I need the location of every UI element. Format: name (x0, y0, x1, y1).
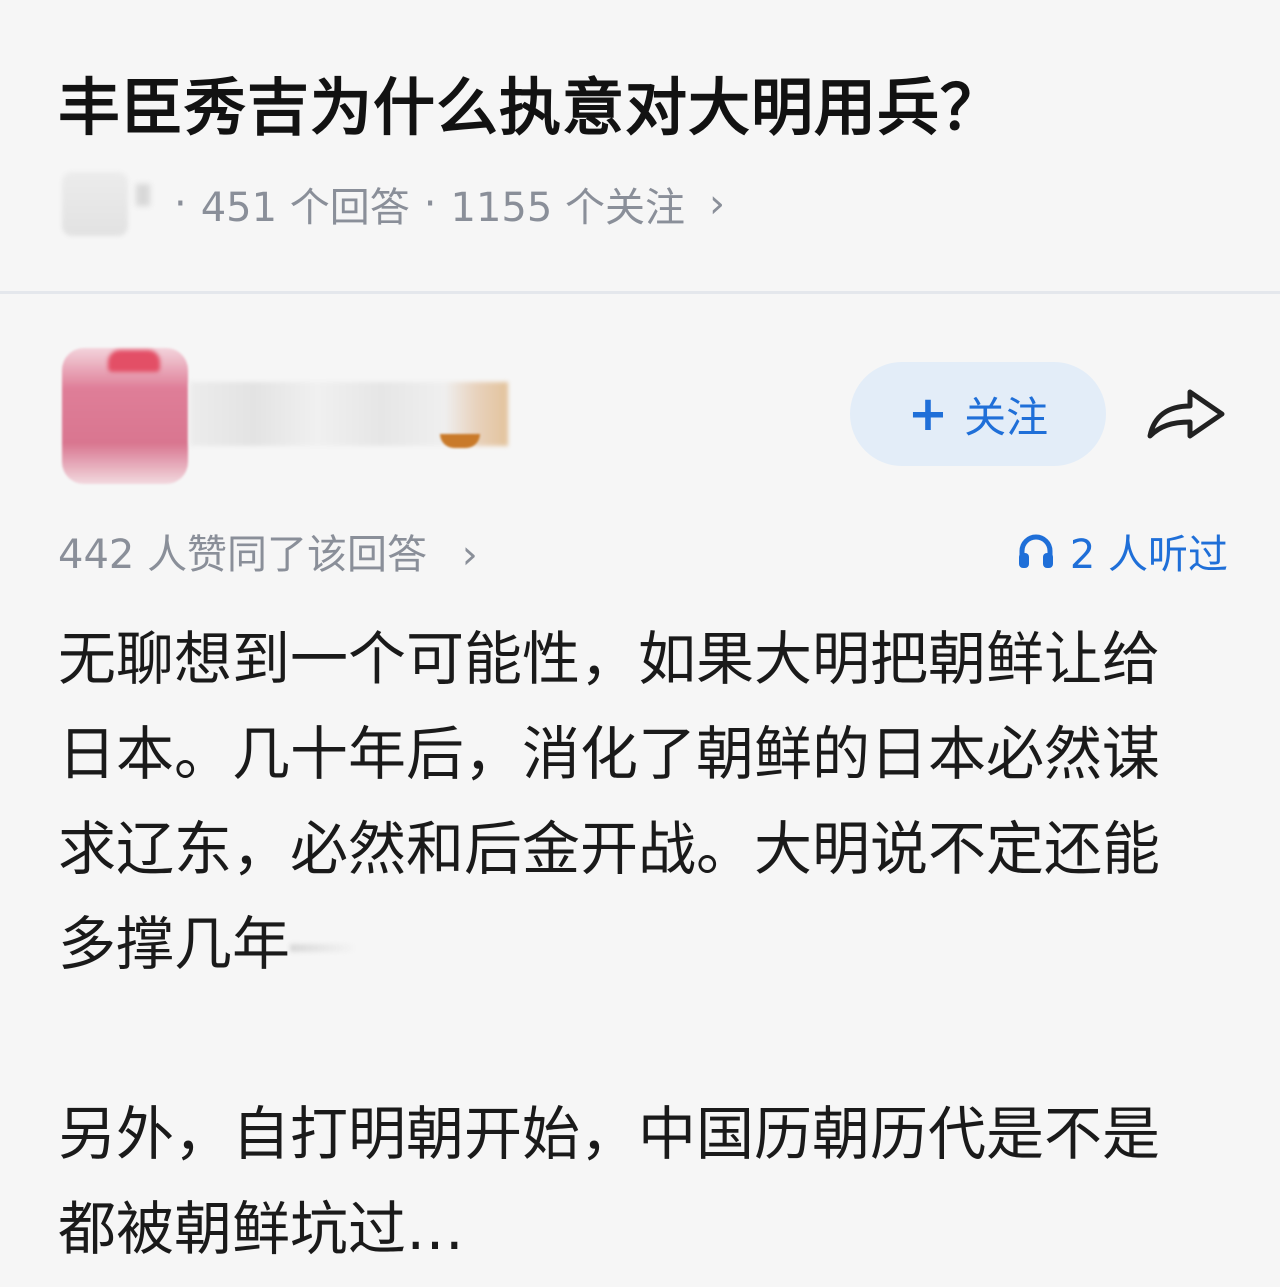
plus-icon: + (907, 386, 949, 442)
share-arrow-icon[interactable] (1142, 380, 1230, 448)
chevron-right-icon[interactable]: › (709, 181, 725, 227)
answer-paragraph-1-text: 无聊想到一个可能性，如果大明把朝鲜让给 日本。几十年后，消化了朝鲜的日本必然谋 … (58, 625, 1161, 978)
question-meta[interactable]: · 451 个回答 · 1155 个关注 › (62, 172, 725, 236)
listened-summary[interactable]: 2 人听过 (1016, 522, 1228, 580)
share-arrow-icon-glyph (1147, 389, 1225, 439)
likes-summary[interactable]: 442 人赞同了该回答 › (58, 522, 478, 580)
question-header: 丰臣秀吉为什么执意对大明用兵？ · 451 个回答 · 1155 个关注 › (0, 0, 1280, 292)
answer-count: 451 个回答 (200, 185, 410, 231)
follow-button[interactable]: + 关注 (850, 362, 1106, 466)
likes-text: 442 人赞同了该回答 (58, 532, 428, 578)
answer-card: + 关注 442 人赞同了该回答 › 2 人听过 无聊想到一个可能性，如果大明把… (0, 294, 1280, 1287)
follow-count: 1155 个关注 (450, 185, 686, 231)
answer-paragraph-2: 另外，自打明朝开始，中国历朝历代是不是 都被朝鲜坑过… (58, 1100, 1161, 1263)
truncation-fade (290, 943, 357, 952)
avatar-decoration (108, 350, 160, 372)
follow-button-label: 关注 (964, 392, 1049, 442)
answer-stats-row: 442 人赞同了该回答 › 2 人听过 (58, 522, 1228, 582)
chevron-right-icon: › (461, 532, 478, 578)
headphones-icon (1018, 534, 1053, 568)
answer-paragraph-1: 无聊想到一个可能性，如果大明把朝鲜让给 日本。几十年后，消化了朝鲜的日本必然谋 … (58, 612, 1228, 992)
question-title[interactable]: 丰臣秀吉为什么执意对大明用兵？ (58, 68, 1003, 148)
meta-separator: · (174, 181, 187, 227)
topic-tag-blurred[interactable] (62, 172, 128, 236)
answer-body[interactable]: 无聊想到一个可能性，如果大明把朝鲜让给 日本。几十年后，消化了朝鲜的日本必然谋 … (58, 612, 1228, 1277)
topic-tag-blurred-edge (136, 184, 150, 206)
listened-text: 2 人听过 (1069, 532, 1228, 578)
meta-separator: · (423, 181, 437, 227)
